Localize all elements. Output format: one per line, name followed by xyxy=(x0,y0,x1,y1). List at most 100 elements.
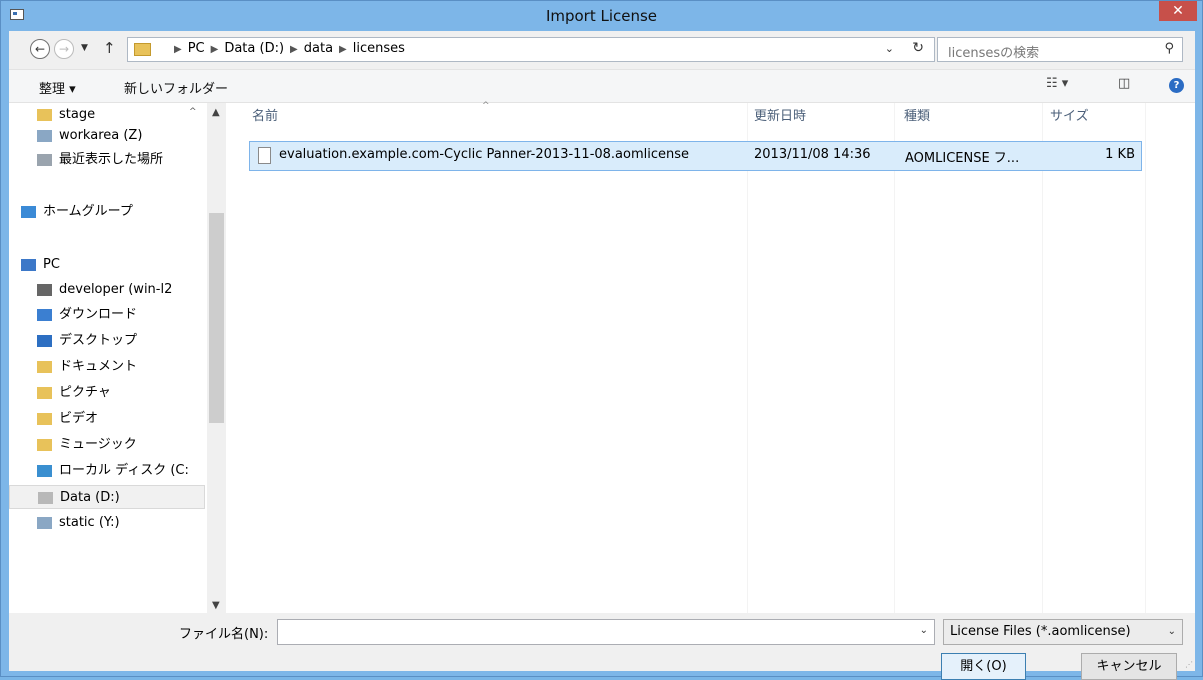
column-divider xyxy=(747,103,748,613)
nav-item-label: developer (win-l2 xyxy=(59,282,173,297)
nav-item-label: ミュージック xyxy=(59,437,137,452)
nav-item[interactable]: ビデオ xyxy=(9,407,205,431)
folder-icon xyxy=(37,109,52,121)
nav-item-label: デスクトップ xyxy=(59,333,138,348)
nav-item-label: ホームグループ xyxy=(43,204,133,219)
videos-folder-icon xyxy=(37,413,52,425)
help-icon[interactable]: ? xyxy=(1169,78,1184,93)
music-folder-icon xyxy=(37,439,52,451)
search-placeholder: licensesの検索 xyxy=(948,46,1040,61)
breadcrumb-item-licenses[interactable]: licenses xyxy=(353,41,405,56)
file-list-pane: ^ 名前 更新日時 種類 サイズ evaluation.example.com-… xyxy=(227,101,1195,613)
nav-item-label: ピクチャ xyxy=(59,385,111,400)
recent-locations-icon[interactable]: ▼ xyxy=(81,43,88,53)
forward-button[interactable]: → xyxy=(54,39,74,59)
chevron-down-icon[interactable]: ⌄ xyxy=(920,625,928,636)
drive-icon xyxy=(38,492,53,504)
nav-item-label: ビデオ xyxy=(59,411,99,426)
preview-pane-icon[interactable]: ◫ xyxy=(1118,76,1130,91)
navigation-tree: stage workarea (Z) 最近表示した場所 ホームグループ PC develo… xyxy=(9,103,207,613)
downloads-folder-icon xyxy=(37,309,52,321)
nav-scrollbar[interactable]: ▲ ▼ xyxy=(207,103,226,613)
nav-item[interactable]: 最近表示した場所 xyxy=(9,148,205,172)
breadcrumb-item-data[interactable]: data xyxy=(304,41,333,56)
filename-label: ファイル名(N): xyxy=(179,627,269,642)
chevron-right-icon[interactable]: ▶ xyxy=(174,44,182,55)
nav-item[interactable]: PC xyxy=(9,253,205,277)
new-folder-button[interactable]: 新しいフォルダー xyxy=(124,78,228,97)
file-modified: 2013/11/08 14:36 xyxy=(754,147,871,162)
file-size: 1 KB xyxy=(1105,147,1135,162)
folder-icon xyxy=(134,43,151,56)
window-title: Import License xyxy=(545,7,658,25)
chevron-down-icon[interactable]: ⌄ xyxy=(885,42,894,55)
up-button[interactable]: ↑ xyxy=(103,39,116,57)
back-button[interactable]: ← xyxy=(30,39,50,59)
nav-item-label: ダウンロード xyxy=(59,307,138,322)
open-button[interactable]: 開く(O) xyxy=(941,653,1026,680)
network-drive-icon xyxy=(37,130,52,142)
nav-item[interactable]: Data (D:) xyxy=(9,485,205,509)
documents-folder-icon xyxy=(37,361,52,373)
scroll-down-icon[interactable]: ▼ xyxy=(212,600,220,611)
column-divider xyxy=(894,103,895,613)
chevron-right-icon[interactable]: ▶ xyxy=(339,44,347,55)
expand-caret-icon[interactable]: ^ xyxy=(189,107,197,117)
nav-item[interactable]: workarea (Z) xyxy=(9,124,205,148)
user-computer-icon xyxy=(37,284,52,296)
dialog-footer: ファイル名(N): ⌄ License Files (*.aomlicense)… xyxy=(9,613,1195,680)
network-drive-icon xyxy=(37,517,52,529)
chevron-right-icon[interactable]: ▶ xyxy=(290,44,298,55)
table-row[interactable]: evaluation.example.com-Cyclic Panner-201… xyxy=(249,141,1142,171)
nav-item[interactable]: デスクトップ xyxy=(9,329,205,353)
file-icon xyxy=(258,147,271,164)
chevron-right-icon[interactable]: ▶ xyxy=(211,44,219,55)
nav-item[interactable]: ドキュメント xyxy=(9,355,205,379)
refresh-icon[interactable]: ↻ xyxy=(912,40,924,56)
close-button[interactable]: ✕ xyxy=(1159,1,1197,21)
homegroup-icon xyxy=(21,206,36,218)
nav-item-label: ドキュメント xyxy=(59,359,138,374)
filename-field[interactable]: ⌄ xyxy=(277,619,935,645)
nav-item-label: PC xyxy=(43,257,60,272)
nav-item[interactable]: ローカル ディスク (C: xyxy=(9,459,205,483)
address-bar[interactable]: ▶ PC ▶ Data (D:) ▶ data ▶ licenses ⌄ ↻ xyxy=(127,37,935,62)
nav-item[interactable]: static (Y:) xyxy=(9,511,205,535)
nav-item-label: 最近表示した場所 xyxy=(59,152,164,167)
pictures-folder-icon xyxy=(37,387,52,399)
nav-item-label: Data (D:) xyxy=(60,490,120,505)
title-bar[interactable]: Import License ✕ xyxy=(1,1,1202,31)
breadcrumb: ▶ PC ▶ Data (D:) ▶ data ▶ licenses xyxy=(168,41,405,56)
scrollbar-thumb[interactable] xyxy=(209,213,224,423)
scroll-up-icon[interactable]: ▲ xyxy=(212,107,220,118)
file-type-select[interactable]: License Files (*.aomlicense) ⌄ xyxy=(943,619,1183,645)
recent-places-icon xyxy=(37,154,52,166)
resize-grip-icon[interactable]: ⋰ xyxy=(1185,660,1193,669)
search-input[interactable]: licensesの検索 ⚲ xyxy=(937,37,1183,62)
nav-item-label: static (Y:) xyxy=(59,515,120,530)
view-options-icon[interactable]: ☷ ▾ xyxy=(1046,76,1068,91)
nav-item[interactable]: ピクチャ xyxy=(9,381,205,405)
column-divider xyxy=(1042,103,1043,613)
organize-button[interactable]: 整理 ▾ xyxy=(39,78,76,97)
search-icon[interactable]: ⚲ xyxy=(1164,41,1174,56)
nav-item[interactable]: ミュージック xyxy=(9,433,205,457)
nav-item-label: workarea (Z) xyxy=(59,128,143,143)
address-row: ← → ▼ ↑ ▶ PC ▶ Data (D:) ▶ data ▶ licenses ⌄ ↻ … xyxy=(9,31,1195,69)
navigation-pane: stage workarea (Z) 最近表示した場所 ホームグループ PC develo… xyxy=(9,103,227,613)
nav-item[interactable]: ダウンロード xyxy=(9,303,205,327)
chevron-down-icon: ⌄ xyxy=(1167,626,1176,637)
nav-item[interactable]: developer (win-l2 xyxy=(9,278,205,302)
column-header-size[interactable]: サイズ xyxy=(1050,103,1089,131)
column-header-name[interactable]: 名前 xyxy=(252,103,278,131)
nav-item[interactable]: ホームグループ xyxy=(9,200,205,224)
column-header-type[interactable]: 種類 xyxy=(904,103,930,131)
column-header-modified[interactable]: 更新日時 xyxy=(754,103,806,131)
dialog-client: ← → ▼ ↑ ▶ PC ▶ Data (D:) ▶ data ▶ licenses ⌄ ↻ … xyxy=(9,31,1195,680)
local-disk-icon xyxy=(37,465,52,477)
column-divider xyxy=(1145,103,1146,613)
cancel-button[interactable]: キャンセル xyxy=(1081,653,1177,680)
breadcrumb-item-pc[interactable]: PC xyxy=(188,41,205,56)
breadcrumb-item-data-drive[interactable]: Data (D:) xyxy=(224,41,284,56)
desktop-folder-icon xyxy=(37,335,52,347)
